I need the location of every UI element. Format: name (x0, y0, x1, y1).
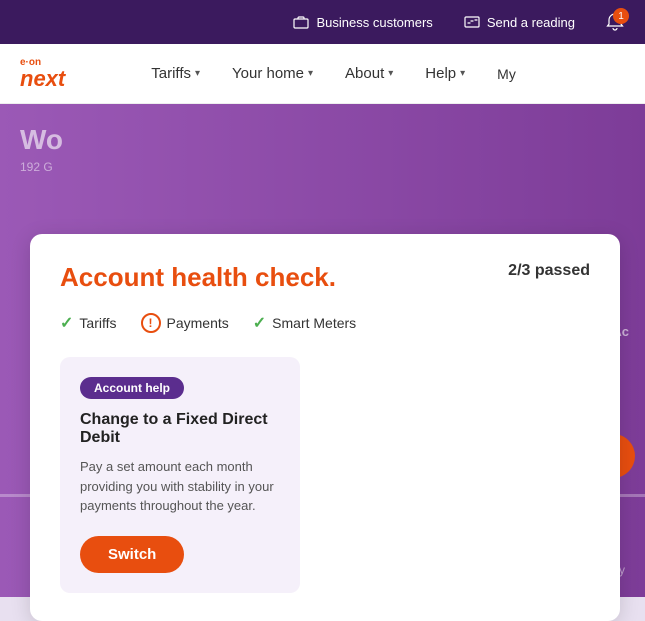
business-customers-link[interactable]: Business customers (292, 13, 432, 31)
info-card: Account help Change to a Fixed Direct De… (60, 357, 300, 593)
nav-help[interactable]: Help ▾ (419, 65, 471, 82)
chevron-down-icon: ▾ (388, 68, 393, 79)
nav-bar: e·on next Tariffs ▾ Your home ▾ About ▾ … (0, 44, 645, 104)
nav-about[interactable]: About ▾ (339, 65, 399, 82)
chevron-down-icon: ▾ (195, 68, 200, 79)
checks-row: ✓ Tariffs ! Payments ✓ Smart Meters (60, 313, 590, 333)
switch-button[interactable]: Switch (80, 536, 184, 573)
business-customers-label: Business customers (316, 15, 432, 30)
check-payments: ! Payments (141, 313, 229, 333)
briefcase-icon (292, 13, 310, 31)
card-title: Account health check. (60, 262, 336, 293)
nav-my[interactable]: My (491, 66, 522, 82)
check-smart-meters: ✓ Smart Meters (253, 313, 356, 333)
send-reading-label: Send a reading (487, 15, 575, 30)
account-help-badge: Account help (80, 377, 184, 399)
nav-about-label: About (345, 65, 384, 82)
logo-next: next (20, 68, 65, 90)
notifications-button[interactable]: 1 (605, 12, 625, 32)
nav-my-label: My (497, 66, 516, 82)
nav-tariffs[interactable]: Tariffs ▾ (145, 65, 206, 82)
info-card-title: Change to a Fixed Direct Debit (80, 411, 280, 447)
logo: e·on next (20, 57, 65, 90)
page-background: Wo 192 G Ac Account health check. 2/3 pa… (0, 104, 645, 597)
meter-icon (463, 13, 481, 31)
checkmark-icon: ✓ (60, 313, 73, 333)
nav-your-home[interactable]: Your home ▾ (226, 65, 319, 82)
warning-icon: ! (141, 313, 161, 333)
check-tariffs-label: Tariffs (79, 315, 116, 331)
health-check-card: Account health check. 2/3 passed ✓ Tarif… (30, 234, 620, 621)
top-bar: Business customers Send a reading 1 (0, 0, 645, 44)
passed-badge: 2/3 passed (508, 262, 590, 280)
bg-subtitle: 192 G (20, 160, 625, 174)
info-card-description: Pay a set amount each month providing yo… (80, 457, 280, 516)
chevron-down-icon: ▾ (460, 68, 465, 79)
checkmark-icon: ✓ (253, 313, 266, 333)
card-header: Account health check. 2/3 passed (60, 262, 590, 293)
bg-title: Wo (20, 124, 625, 156)
check-tariffs: ✓ Tariffs (60, 313, 117, 333)
notification-count: 1 (613, 8, 629, 24)
nav-tariffs-label: Tariffs (151, 65, 191, 82)
send-reading-link[interactable]: Send a reading (463, 13, 575, 31)
chevron-down-icon: ▾ (308, 68, 313, 79)
check-smart-meters-label: Smart Meters (272, 315, 356, 331)
check-payments-label: Payments (167, 315, 229, 331)
nav-help-label: Help (425, 65, 456, 82)
nav-your-home-label: Your home (232, 65, 304, 82)
